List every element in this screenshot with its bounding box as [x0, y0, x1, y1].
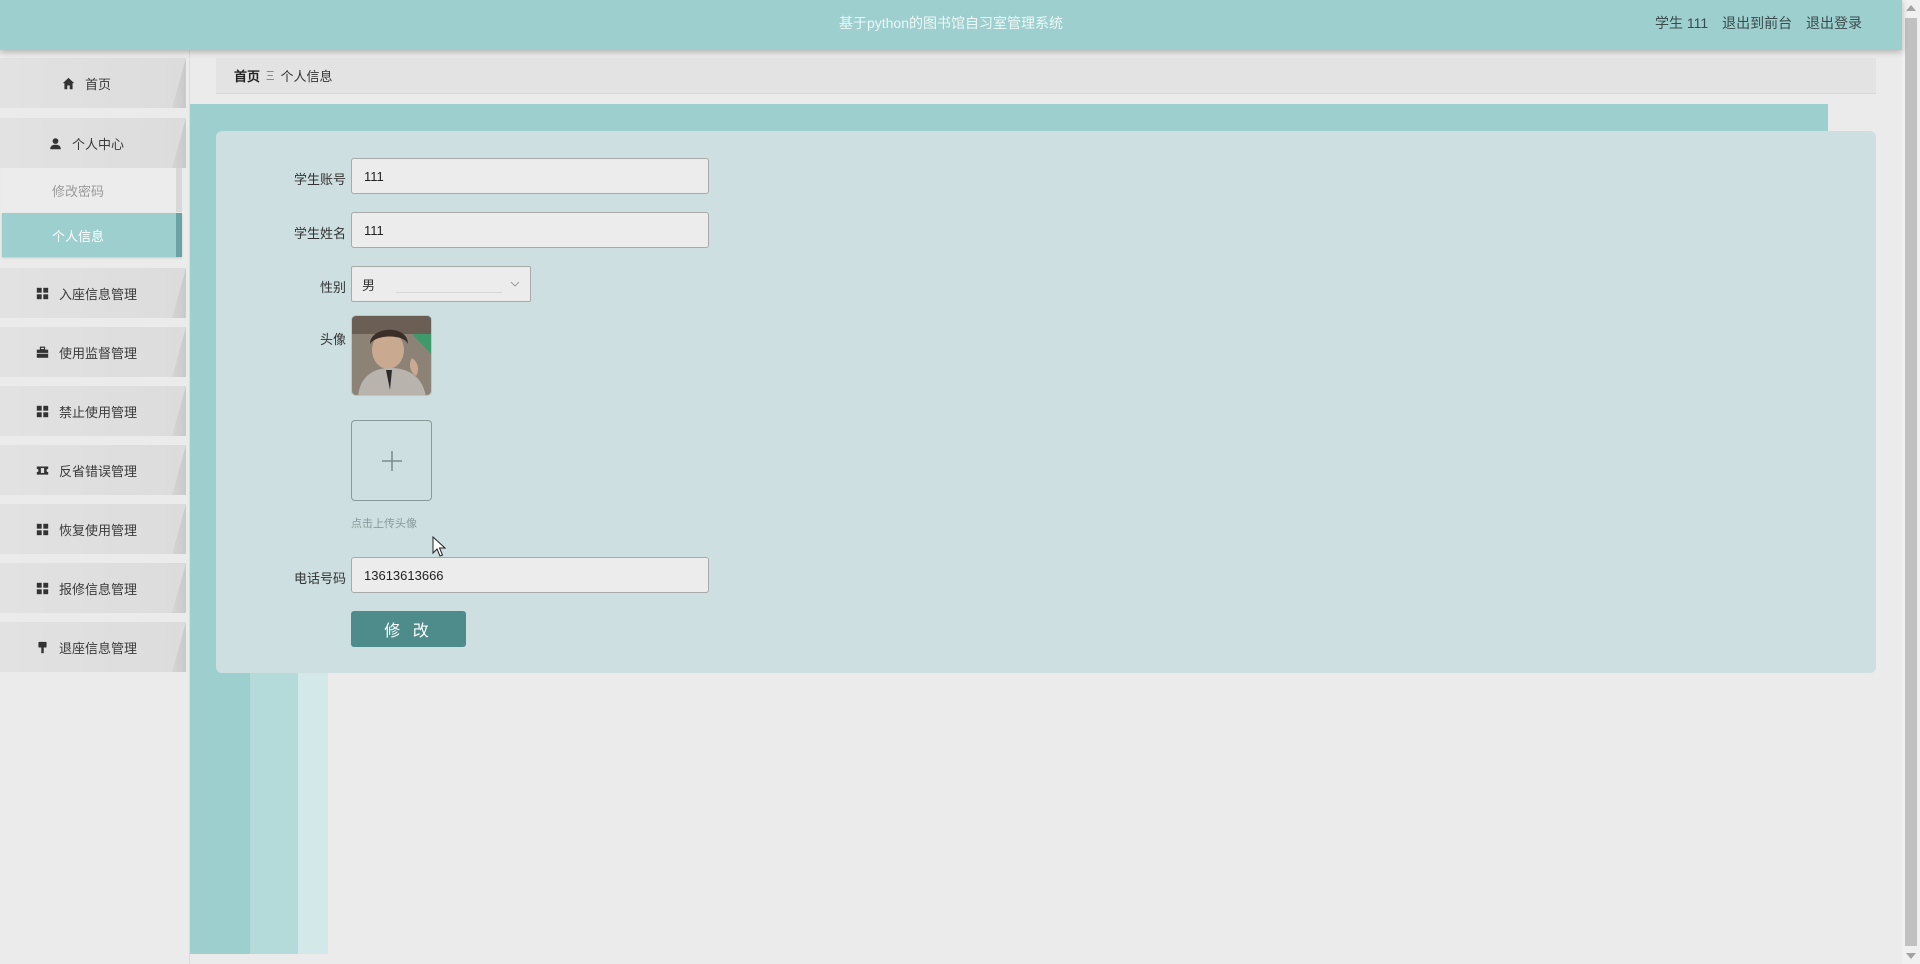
name-input[interactable]	[351, 212, 709, 248]
sidebar-item-label: 使用监督管理	[58, 345, 137, 361]
breadcrumb-separator: Ξ	[266, 68, 275, 83]
background-decoration	[250, 660, 298, 954]
breadcrumb-home-link[interactable]: 首页	[234, 66, 260, 85]
grid-icon	[35, 581, 51, 595]
page-scrollbar[interactable]	[1902, 0, 1920, 964]
scroll-thumb[interactable]	[1905, 18, 1917, 946]
account-label: 学生账号	[293, 172, 346, 187]
gender-selected-value: 男	[362, 277, 376, 293]
breadcrumb: 首页 Ξ 个人信息	[216, 58, 1876, 94]
grid-icon	[35, 286, 51, 300]
briefcase-icon	[35, 345, 51, 359]
background-decoration	[298, 660, 328, 954]
personal-info-form: 学生账号 学生姓名 性别 男 头像 点击上传头像 电话号码 修 改	[216, 131, 1876, 673]
sidebar-item-label: 个人中心	[71, 136, 124, 152]
plus-icon	[381, 450, 402, 471]
sidebar-item-repair-info[interactable]: 报修信息管理	[0, 563, 186, 613]
sidebar-item-label: 报修信息管理	[58, 581, 137, 597]
chevron-down-icon	[510, 281, 520, 287]
sidebar-item-label: 入座信息管理	[58, 286, 137, 302]
grid-icon	[35, 404, 51, 418]
gender-label: 性别	[319, 280, 346, 295]
sidebar: 首页 个人中心 修改密码 个人信息 入座信息管理 使用监督管理 禁止使用管理 反	[0, 50, 190, 964]
sidebar-item-label: 反省错误管理	[58, 463, 137, 479]
sidebar-subitem-personal-info[interactable]: 个人信息	[2, 213, 182, 257]
scroll-up-arrow-icon[interactable]	[1906, 5, 1916, 11]
header-user-area: 学生 111 退出到前台 退出登录	[1645, 0, 1862, 46]
sidebar-item-home[interactable]: 首页	[0, 58, 186, 108]
background-decoration	[328, 660, 1828, 954]
mouse-cursor-icon	[432, 536, 447, 557]
app-title: 基于python的图书馆自习室管理系统	[838, 15, 1064, 31]
submit-button[interactable]: 修 改	[351, 611, 466, 647]
exit-to-frontend-link[interactable]: 退出到前台	[1722, 15, 1792, 31]
sidebar-item-label: 退座信息管理	[58, 640, 137, 656]
avatar-image[interactable]	[351, 315, 432, 396]
select-underline	[396, 292, 502, 293]
top-header: 基于python的图书馆自习室管理系统 学生 111 退出到前台 退出登录	[0, 0, 1902, 50]
sidebar-item-label: 禁止使用管理	[58, 404, 137, 420]
gender-select[interactable]: 男	[351, 266, 531, 302]
stamp-icon	[35, 640, 51, 654]
sidebar-item-label: 恢复使用管理	[58, 522, 137, 538]
current-user-label: 学生 111	[1655, 15, 1709, 31]
phone-label: 电话号码	[293, 571, 346, 586]
sidebar-item-restore-usage[interactable]: 恢复使用管理	[0, 504, 186, 554]
upload-hint: 点击上传头像	[351, 518, 417, 530]
user-icon	[48, 136, 64, 150]
ticket-icon	[35, 463, 51, 477]
phone-input[interactable]	[351, 557, 709, 593]
sidebar-item-prohibit-usage[interactable]: 禁止使用管理	[0, 386, 186, 436]
grid-icon	[35, 522, 51, 536]
upload-avatar-button[interactable]	[351, 420, 432, 501]
sidebar-item-usage-supervision[interactable]: 使用监督管理	[0, 327, 186, 377]
sidebar-item-reflect-errors[interactable]: 反省错误管理	[0, 445, 186, 495]
sidebar-item-seat-info[interactable]: 入座信息管理	[0, 268, 186, 318]
sidebar-item-leave-seat-info[interactable]: 退座信息管理	[0, 622, 186, 672]
home-icon	[61, 76, 77, 90]
scroll-down-arrow-icon[interactable]	[1906, 953, 1916, 959]
account-input[interactable]	[351, 158, 709, 194]
breadcrumb-current: 个人信息	[280, 69, 333, 84]
sidebar-item-label: 首页	[84, 76, 111, 92]
avatar-label: 头像	[319, 332, 346, 347]
name-label: 学生姓名	[293, 226, 346, 241]
sidebar-item-personal-center[interactable]: 个人中心	[0, 118, 186, 168]
sidebar-subitem-change-password[interactable]: 修改密码	[2, 168, 182, 212]
logout-link[interactable]: 退出登录	[1806, 15, 1862, 31]
